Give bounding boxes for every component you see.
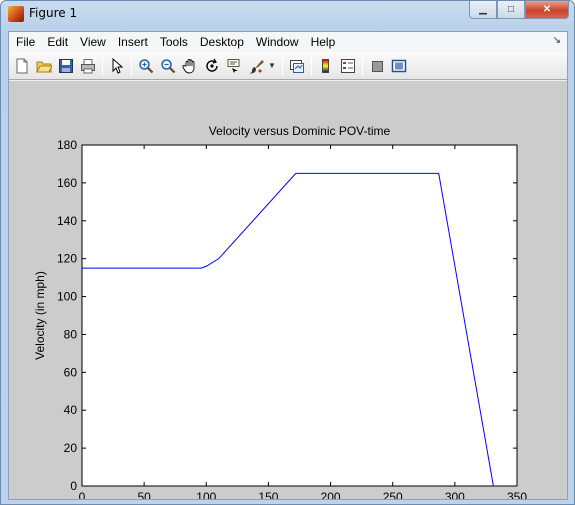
edit-plot-arrow-icon	[112, 57, 124, 74]
menu-tools[interactable]: Tools	[154, 32, 194, 52]
link-plot-button[interactable]	[287, 56, 307, 76]
menu-file[interactable]: File	[9, 32, 41, 52]
y-tick-label: 120	[57, 252, 77, 266]
figure-canvas: 0 50 100 150 200 250 300 350 0 20 40 60 80 100 120 140 1…	[9, 81, 567, 499]
y-tick-label: 0	[70, 479, 77, 493]
x-tick-label: 300	[445, 490, 465, 499]
window-title: Figure 1	[29, 6, 78, 20]
y-tick-label: 100	[57, 290, 77, 304]
maximize-button[interactable]: □	[497, 1, 525, 19]
y-tick-label: 40	[64, 403, 78, 417]
y-tick-label: 20	[64, 441, 78, 455]
menu-window[interactable]: Window	[250, 32, 305, 52]
rotate-3d-button[interactable]	[202, 56, 222, 76]
menu-help[interactable]: Help	[305, 32, 342, 52]
zoom-out-icon	[161, 58, 176, 73]
x-tick-label: 50	[137, 490, 151, 499]
menu-desktop[interactable]: Desktop	[194, 32, 250, 52]
toolbar-separator	[102, 55, 103, 76]
figure-client-area: File Edit View Insert Tools Desktop Wind…	[8, 31, 568, 500]
hide-plot-tools-icon	[372, 60, 383, 72]
x-tick-label: 350	[507, 490, 527, 499]
zoom-out-button[interactable]	[158, 56, 178, 76]
print-icon	[81, 58, 95, 73]
edit-plot-button[interactable]	[107, 56, 127, 76]
insert-colorbar-button[interactable]	[316, 56, 336, 76]
x-tick-label: 0	[79, 490, 86, 499]
y-tick-label: 180	[57, 138, 77, 152]
x-tick-label: 200	[321, 490, 341, 499]
pan-hand-icon	[182, 58, 195, 73]
toolbar-separator	[282, 55, 283, 76]
link-plot-icon	[290, 59, 304, 73]
y-tick-label: 140	[57, 214, 77, 228]
zoom-in-button[interactable]	[136, 56, 156, 76]
data-cursor-button[interactable]	[224, 56, 244, 76]
x-tick-label: 250	[383, 490, 403, 499]
pan-button[interactable]	[180, 56, 200, 76]
brush-dropdown-icon[interactable]: ▼	[268, 61, 276, 70]
data-cursor-icon	[227, 58, 240, 73]
show-plot-tools-button[interactable]	[389, 56, 409, 76]
toolbar-separator	[311, 55, 312, 76]
new-figure-button[interactable]	[12, 56, 32, 76]
print-button[interactable]	[78, 56, 98, 76]
new-figure-icon	[16, 58, 28, 73]
open-file-button[interactable]	[34, 56, 54, 76]
brush-icon	[249, 59, 264, 73]
brush-button[interactable]	[246, 56, 266, 76]
open-file-icon	[36, 61, 52, 72]
insert-legend-button[interactable]	[338, 56, 358, 76]
save-icon	[59, 58, 73, 73]
figure-toolbar: ▼	[9, 52, 567, 80]
menu-view[interactable]: View	[74, 32, 112, 52]
title-bar[interactable]: Figure 1 ▁ □ ✕	[1, 1, 574, 27]
show-plot-tools-icon	[391, 59, 407, 72]
plot-canvas[interactable]: 0 50 100 150 200 250 300 350 0 20 40 60 80 100 120 140 1…	[9, 81, 567, 499]
close-button[interactable]: ✕	[525, 1, 569, 19]
toolbar-separator	[131, 55, 132, 76]
y-tick-label: 60	[64, 365, 78, 379]
dock-figure-icon[interactable]: ↘	[553, 35, 561, 46]
x-tick-label: 100	[196, 490, 216, 499]
menu-insert[interactable]: Insert	[112, 32, 154, 52]
y-tick-label: 80	[64, 327, 78, 341]
menu-bar: File Edit View Insert Tools Desktop Wind…	[9, 32, 567, 52]
figure-window: Figure 1 ▁ □ ✕ File Edit View Insert Too…	[0, 0, 575, 505]
minimize-button[interactable]: ▁	[469, 1, 497, 19]
axes-box[interactable]	[81, 144, 518, 487]
insert-colorbar-icon	[322, 58, 329, 73]
save-button[interactable]	[56, 56, 76, 76]
toolbar-separator	[362, 55, 363, 76]
rotate-3d-icon	[206, 58, 218, 72]
y-tick-label: 160	[57, 176, 77, 190]
insert-legend-icon	[341, 58, 355, 73]
x-tick-label: 150	[258, 490, 278, 499]
chart-title: Velocity versus Dominic POV-time	[209, 124, 391, 138]
menu-edit[interactable]: Edit	[41, 32, 74, 52]
y-axis-label: Velocity (in mph)	[33, 271, 47, 360]
zoom-in-icon	[139, 58, 154, 73]
hide-plot-tools-button[interactable]	[367, 56, 387, 76]
matlab-logo-icon	[8, 6, 24, 22]
